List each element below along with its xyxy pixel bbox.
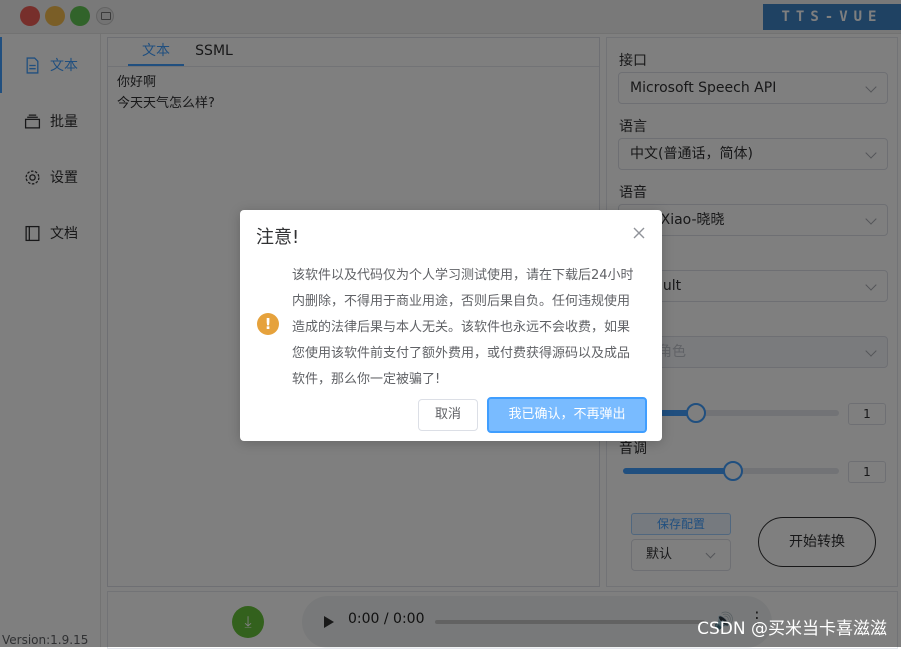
warning-icon: ! xyxy=(257,313,279,335)
notice-dialog: 注意! ! 该软件以及代码仅为个人学习测试使用，请在下载后24小时内删除，不得用… xyxy=(240,210,662,441)
watermark: CSDN @买米当卡喜滋滋 xyxy=(697,619,887,639)
close-icon[interactable] xyxy=(632,226,646,240)
dialog-message: 该软件以及代码仅为个人学习测试使用，请在下载后24小时内删除，不得用于商业用途，… xyxy=(292,268,634,387)
dialog-title: 注意! xyxy=(256,227,300,248)
cancel-button[interactable]: 取消 xyxy=(418,399,478,431)
confirm-button[interactable]: 我已确认，不再弹出 xyxy=(487,397,647,433)
